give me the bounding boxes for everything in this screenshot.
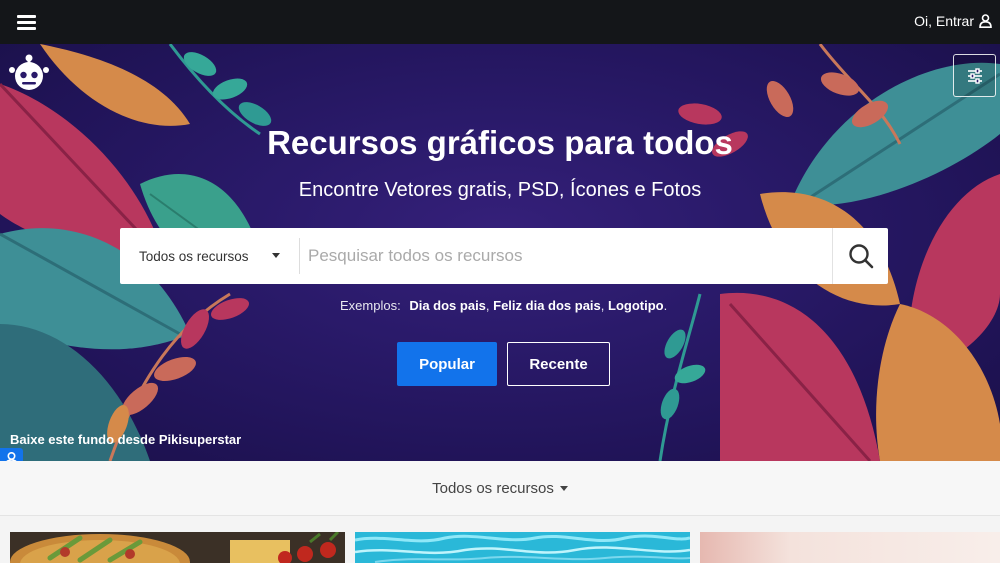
example-link[interactable]: Logotipo xyxy=(608,298,664,313)
search-button[interactable] xyxy=(832,228,888,284)
examples-terminator: . xyxy=(663,298,668,313)
filters-button[interactable] xyxy=(953,54,996,97)
freepik-logo-icon[interactable] xyxy=(8,52,50,94)
example-link[interactable]: Dia dos pais xyxy=(409,298,486,313)
caret-down-icon xyxy=(272,253,280,258)
hero-subtitle: Encontre Vetores gratis, PSD, Ícones e F… xyxy=(298,179,702,201)
sliders-icon xyxy=(968,68,982,84)
thumbnail-grid xyxy=(0,516,1000,563)
resource-filter-dropdown[interactable]: Todos os recursos xyxy=(432,480,568,497)
example-link[interactable]: Feliz dia dos pais xyxy=(493,298,601,313)
resource-type-select[interactable]: Todos os recursos xyxy=(120,228,300,284)
popular-button[interactable]: Popular xyxy=(397,342,497,386)
hero-banner: Recursos gráficos para todos Encontre Ve… xyxy=(0,44,1000,461)
thumbnail-image xyxy=(700,532,1000,563)
hamburger-menu-button[interactable] xyxy=(14,11,40,33)
search-divider xyxy=(299,238,300,274)
hero-title: Recursos gráficos para todos xyxy=(267,124,733,161)
caret-down-icon xyxy=(559,485,568,491)
user-icon xyxy=(979,14,992,28)
example-separator: , xyxy=(600,298,609,313)
thumbnail-image xyxy=(10,532,345,563)
resource-type-selected: Todos os recursos xyxy=(139,248,249,264)
search-bar: Todos os recursos xyxy=(120,228,888,284)
search-icon xyxy=(849,244,874,269)
background-credit-link[interactable]: Baixe este fundo desde Pikisuperstar xyxy=(10,432,241,447)
search-examples: Exemplos: Dia dos pais, Feliz dia dos pa… xyxy=(340,298,667,313)
search-input[interactable] xyxy=(308,236,828,276)
top-navbar: Oi, Entrar xyxy=(0,0,1000,44)
author-badge[interactable] xyxy=(0,448,23,461)
login-button[interactable]: Oi, Entrar xyxy=(914,13,992,29)
resource-filter-label: Todos os recursos xyxy=(432,479,554,497)
thumbnail-card[interactable] xyxy=(355,532,690,563)
thumbnail-card[interactable] xyxy=(10,532,345,563)
thumbnail-image xyxy=(355,532,690,563)
login-label: Oi, Entrar xyxy=(914,13,974,29)
thumbnail-card[interactable] xyxy=(700,532,1000,563)
examples-label: Exemplos: xyxy=(340,298,401,313)
author-badge-icon xyxy=(6,451,17,461)
resource-filter-bar: Todos os recursos xyxy=(0,461,1000,516)
recent-button[interactable]: Recente xyxy=(507,342,610,386)
